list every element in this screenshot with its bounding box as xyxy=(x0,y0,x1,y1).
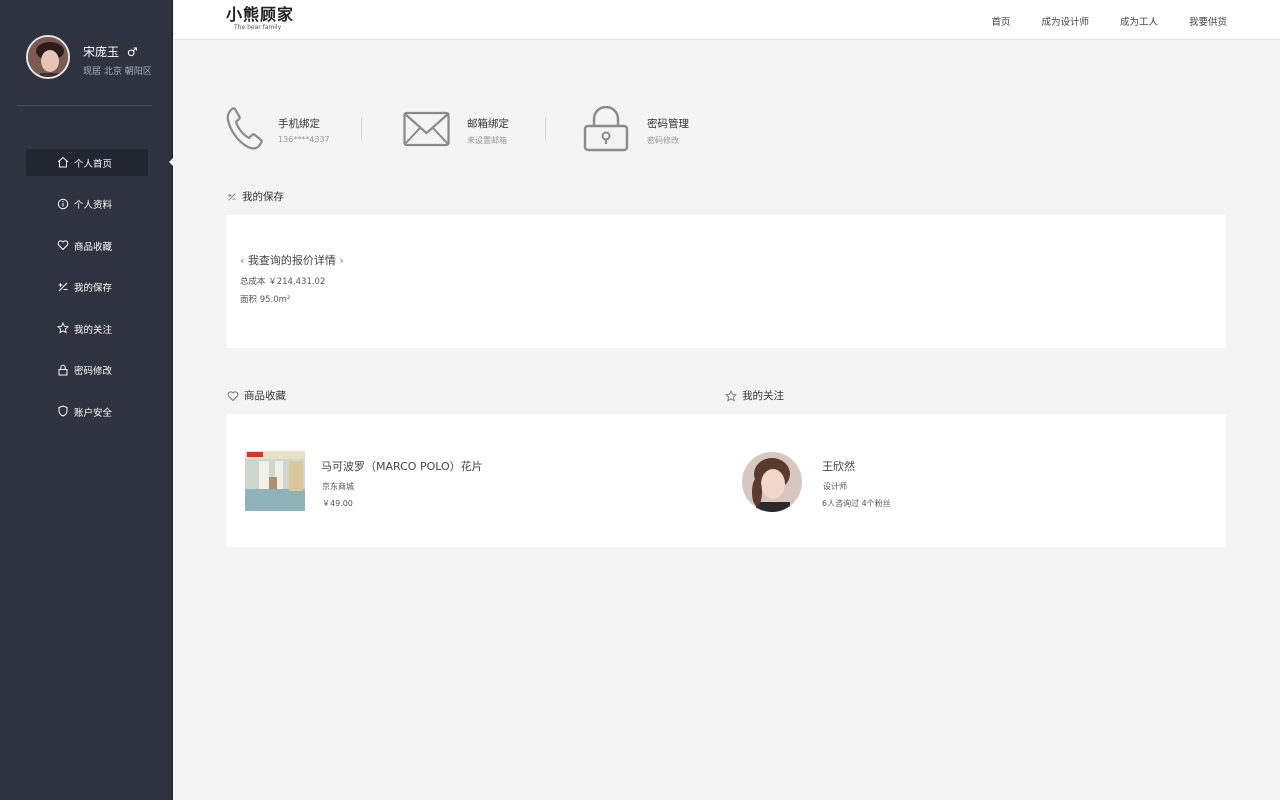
envelope-icon xyxy=(403,111,450,147)
sidebar-item-label: 密码修改 xyxy=(74,366,113,377)
info-icon xyxy=(57,198,69,209)
designer-role: 设计师 xyxy=(823,482,847,491)
favorites-section-title: 商品收藏 xyxy=(227,388,286,403)
percent-icon xyxy=(58,282,68,291)
logo-text: 小熊顾家 xyxy=(226,5,295,24)
sidebar-item-label: 个人资料 xyxy=(74,200,113,211)
saved-section-title: 我的保存 xyxy=(227,189,284,204)
password-management[interactable]: 密码管理 密码修改 xyxy=(583,106,703,152)
nav-link-home[interactable]: 首页 xyxy=(991,14,1010,28)
user-name-text: 宋庞玉 xyxy=(83,45,120,59)
sidebar-item-home[interactable]: 个人首页 xyxy=(26,149,148,176)
saved-card: ‹ 我查询的报价详情 › 总成本 ￥214,431.02 面积 95.0m² xyxy=(227,215,1226,348)
designer-stats: 6人咨询过 4个粉丝 xyxy=(822,499,891,508)
user-profile: 宋庞玉 ♂ 现居 北京 朝阳区 xyxy=(26,35,166,85)
sidebar-divider xyxy=(17,105,152,106)
nav-link-become-worker[interactable]: 成为工人 xyxy=(1120,14,1158,28)
quote-detail-link[interactable]: ‹ 我查询的报价详情 › xyxy=(240,252,344,268)
sidebar-item-label: 商品收藏 xyxy=(74,241,113,253)
phone-binding-title: 手机绑定 xyxy=(278,118,320,130)
section-title-text: 我的保存 xyxy=(242,191,284,203)
follows-section-title: 我的关注 xyxy=(725,388,784,403)
email-status: 未设置邮箱 xyxy=(467,136,507,145)
sidebar-item-profile[interactable]: 个人资料 xyxy=(26,191,148,218)
sidebar-item-follows[interactable]: 我的关注 xyxy=(26,315,148,342)
designer-avatar[interactable] xyxy=(742,452,802,512)
total-cost: 总成本 ￥214,431.02 xyxy=(240,277,326,287)
chevron-right-icon: › xyxy=(335,254,344,267)
user-name: 宋庞玉 ♂ xyxy=(83,43,138,60)
password-title: 密码管理 xyxy=(647,118,689,130)
sidebar: 宋庞玉 ♂ 现居 北京 朝阳区 个人首页 个人资料 商品收藏 我的保存 我的关注… xyxy=(0,0,173,800)
lock-icon xyxy=(58,364,68,375)
product-image[interactable] xyxy=(245,451,305,511)
percent-icon xyxy=(228,192,236,201)
top-nav: 首页 成为设计师 成为工人 我要供货 xyxy=(991,14,1227,28)
product-shop: 京东商城 xyxy=(322,482,354,491)
sidebar-item-saved[interactable]: 我的保存 xyxy=(26,274,148,301)
sidebar-item-label: 账户安全 xyxy=(74,407,113,419)
phone-binding[interactable]: 手机绑定 136****4337 xyxy=(226,106,346,151)
sidebar-item-favorites[interactable]: 商品收藏 xyxy=(26,232,148,259)
sidebar-item-label: 个人首页 xyxy=(74,158,113,170)
sidebar-item-label: 我的保存 xyxy=(74,283,113,294)
quote-title-text: 我查询的报价详情 xyxy=(247,254,336,267)
padlock-icon xyxy=(583,106,629,152)
nav-link-supply[interactable]: 我要供货 xyxy=(1189,14,1227,28)
sidebar-item-security[interactable]: 账户安全 xyxy=(26,398,148,425)
star-icon xyxy=(57,322,69,334)
heart-icon xyxy=(57,240,69,251)
sidebar-item-label: 我的关注 xyxy=(74,324,113,336)
active-indicator-arrow xyxy=(169,157,174,167)
home-icon xyxy=(57,156,69,168)
heart-icon xyxy=(227,390,239,401)
user-location: 现居 北京 朝阳区 xyxy=(83,67,152,77)
section-title-text: 商品收藏 xyxy=(244,390,286,402)
sidebar-item-password[interactable]: 密码修改 xyxy=(26,357,148,384)
male-icon: ♂ xyxy=(126,45,138,59)
user-avatar[interactable] xyxy=(26,35,70,79)
product-price: ￥49.00 xyxy=(322,499,353,508)
brand-logo[interactable]: 小熊顾家 The bear family xyxy=(226,5,295,32)
top-header: 小熊顾家 The bear family 首页 成为设计师 成为工人 我要供货 xyxy=(174,0,1280,40)
nav-link-become-designer[interactable]: 成为设计师 xyxy=(1041,14,1089,28)
area-value: 面积 95.0m² xyxy=(240,295,291,305)
email-binding-title: 邮箱绑定 xyxy=(467,118,509,130)
sidebar-nav: 个人首页 个人资料 商品收藏 我的保存 我的关注 密码修改 账户安全 xyxy=(26,149,148,440)
star-icon xyxy=(725,389,737,401)
designer-name[interactable]: 王欣然 xyxy=(822,458,855,474)
shield-icon xyxy=(58,405,68,417)
chevron-left-icon: ‹ xyxy=(240,254,248,267)
logo-subtitle: The bear family xyxy=(234,24,282,31)
password-change-link: 密码修改 xyxy=(647,136,679,145)
email-binding[interactable]: 邮箱绑定 未设置邮箱 xyxy=(403,106,523,151)
divider xyxy=(545,117,546,141)
divider xyxy=(361,117,362,141)
section-title-text: 我的关注 xyxy=(742,390,784,402)
phone-icon xyxy=(226,107,263,150)
phone-number: 136****4337 xyxy=(278,135,330,144)
product-name[interactable]: 马可波罗（MARCO POLO）花片 xyxy=(321,458,483,474)
favorites-follows-card: 马可波罗（MARCO POLO）花片 京东商城 ￥49.00 王欣然 设计师 6… xyxy=(227,414,1226,547)
